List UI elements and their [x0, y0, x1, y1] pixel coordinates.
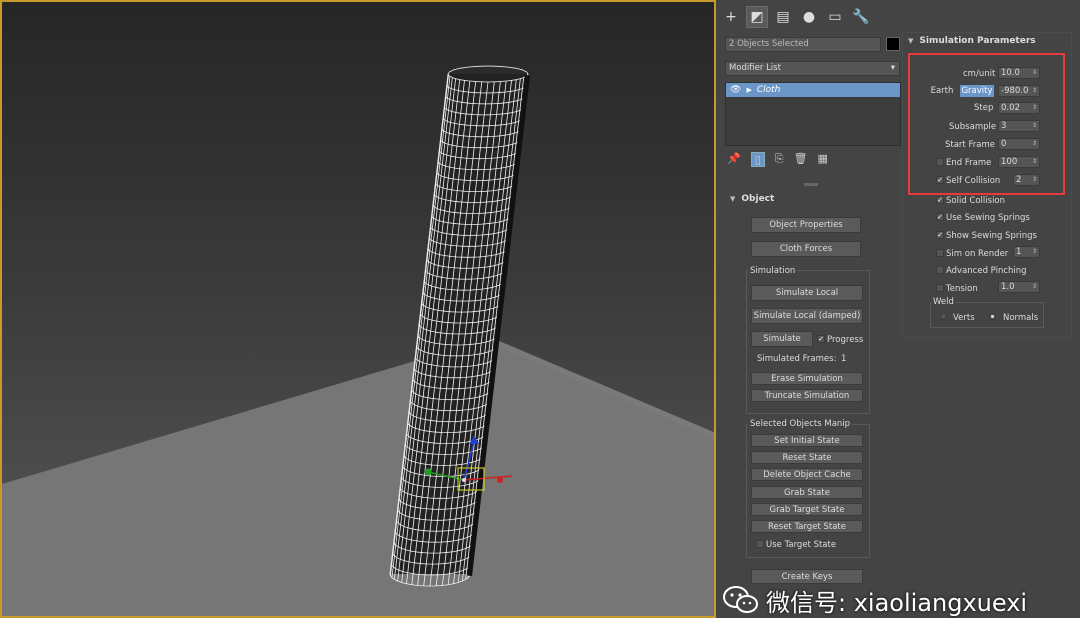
utilities-tab-icon[interactable]: 🔧 [850, 6, 872, 28]
use-sewing-springs-checkbox[interactable]: ✓ [936, 213, 944, 221]
erase-simulation-button[interactable]: Erase Simulation [751, 372, 863, 385]
collapse-arrow-icon: ▼ [908, 37, 914, 45]
ground-plane [2, 338, 714, 616]
watermark-text: 微信号: xiaoliangxuexi [766, 588, 1028, 617]
spinner-arrows-icon[interactable]: ⇕ [1032, 247, 1037, 257]
progress-label: Progress [827, 335, 864, 345]
rollout-title: Object [741, 194, 775, 204]
modifier-list-label: Modifier List [729, 63, 781, 73]
solid-collision-checkbox[interactable]: ✓ [936, 196, 944, 204]
normals-label: Normals [1003, 313, 1039, 323]
tension-label: Tension [946, 284, 978, 294]
sim-on-render-spinner[interactable]: 1 ⇕ [1013, 246, 1040, 258]
scene-canvas [2, 65, 714, 616]
selected-objects-manip-label: Selected Objects Manip [748, 419, 853, 429]
simulated-frames-value: 1 [841, 354, 847, 364]
perspective-viewport[interactable] [0, 0, 716, 618]
use-sewing-springs-label: Use Sewing Springs [946, 213, 1030, 223]
stack-toolbar: 📌 ▯ ⎘ 🗑 ▦ [727, 152, 828, 167]
verts-radio[interactable] [940, 313, 947, 320]
sim-on-render-value: 1 [1016, 247, 1022, 257]
tension-checkbox[interactable] [936, 284, 944, 292]
normals-radio[interactable] [989, 313, 996, 320]
modify-tab-icon[interactable]: ◩ [746, 6, 768, 28]
hierarchy-tab-icon[interactable]: ▤ [772, 6, 794, 28]
pin-stack-icon[interactable]: 📌 [727, 152, 741, 167]
show-sewing-springs-label: Show Sewing Springs [946, 231, 1037, 241]
simulate-button[interactable]: Simulate [751, 331, 813, 347]
stack-item-cloth[interactable]: 👁 ▶ Cloth [726, 83, 900, 97]
grab-target-state-button[interactable]: Grab Target State [751, 503, 863, 516]
simulation-parameters-header[interactable]: ▼ Simulation Parameters [902, 33, 1036, 49]
highlight-box [908, 53, 1065, 195]
advanced-pinching-label: Advanced Pinching [946, 266, 1027, 276]
motion-tab-icon[interactable]: ● [798, 6, 820, 28]
selection-name-field[interactable]: 2 Objects Selected [725, 37, 881, 52]
spinner-arrows-icon[interactable]: ⇕ [1032, 282, 1037, 292]
tension-value: 1.0 [1001, 282, 1015, 292]
sim-on-render-checkbox[interactable] [936, 249, 944, 257]
display-tab-icon[interactable]: ▭ [824, 6, 846, 28]
show-sewing-springs-checkbox[interactable]: ✓ [936, 231, 944, 239]
rollout-title: Simulation Parameters [919, 36, 1036, 46]
reset-target-state-button[interactable]: Reset Target State [751, 520, 863, 533]
panel-splitter[interactable] [804, 183, 818, 186]
tension-spinner[interactable]: 1.0 ⇕ [998, 281, 1040, 293]
progress-checkbox[interactable]: ✓ [817, 335, 825, 343]
panel-tabs: + ◩ ▤ ● ▭ 🔧 [720, 6, 872, 30]
configure-sets-icon[interactable]: ▦ [818, 152, 828, 167]
remove-modifier-icon[interactable]: 🗑 [794, 152, 808, 167]
show-end-result-icon[interactable]: ▯ [750, 152, 765, 167]
grab-state-button[interactable]: Grab State [751, 486, 863, 499]
simulated-frames-label: Simulated Frames: [757, 354, 837, 364]
modifier-stack[interactable]: 👁 ▶ Cloth [725, 82, 901, 146]
verts-label: Verts [953, 313, 975, 323]
simulate-local-damped-button[interactable]: Simulate Local (damped) [751, 308, 863, 324]
cloth-forces-button[interactable]: Cloth Forces [751, 241, 861, 257]
solid-collision-label: Solid Collision [946, 196, 1006, 206]
simulation-group-label: Simulation [748, 266, 798, 276]
delete-object-cache-button[interactable]: Delete Object Cache [751, 468, 863, 481]
create-tab-icon[interactable]: + [720, 6, 742, 28]
object-properties-button[interactable]: Object Properties [751, 217, 861, 233]
use-target-state-checkbox[interactable] [756, 540, 764, 548]
weld-label: Weld [931, 297, 956, 307]
simulate-local-button[interactable]: Simulate Local [751, 285, 863, 301]
make-unique-icon[interactable]: ⎘ [775, 152, 784, 167]
collapse-arrow-icon: ▼ [730, 195, 736, 203]
chevron-down-icon: ▾ [890, 63, 895, 73]
wechat-icon [723, 586, 758, 613]
modifier-list-dropdown[interactable]: Modifier List ▾ [725, 61, 900, 76]
eye-icon[interactable]: 👁 [730, 85, 741, 95]
object-color-swatch[interactable] [886, 37, 900, 51]
stack-item-label: Cloth [756, 85, 781, 95]
reset-state-button[interactable]: Reset State [751, 451, 863, 464]
use-target-state-label: Use Target State [766, 540, 837, 550]
advanced-pinching-checkbox[interactable] [936, 266, 944, 274]
sim-on-render-label: Sim on Render [946, 249, 1009, 259]
wechat-watermark: 微信号: xiaoliangxuexi [722, 584, 1028, 617]
object-rollout-header[interactable]: ▼ Object [724, 191, 774, 207]
expand-arrow-icon[interactable]: ▶ [746, 86, 751, 94]
truncate-simulation-button[interactable]: Truncate Simulation [751, 389, 863, 402]
set-initial-state-button[interactable]: Set Initial State [751, 434, 863, 447]
